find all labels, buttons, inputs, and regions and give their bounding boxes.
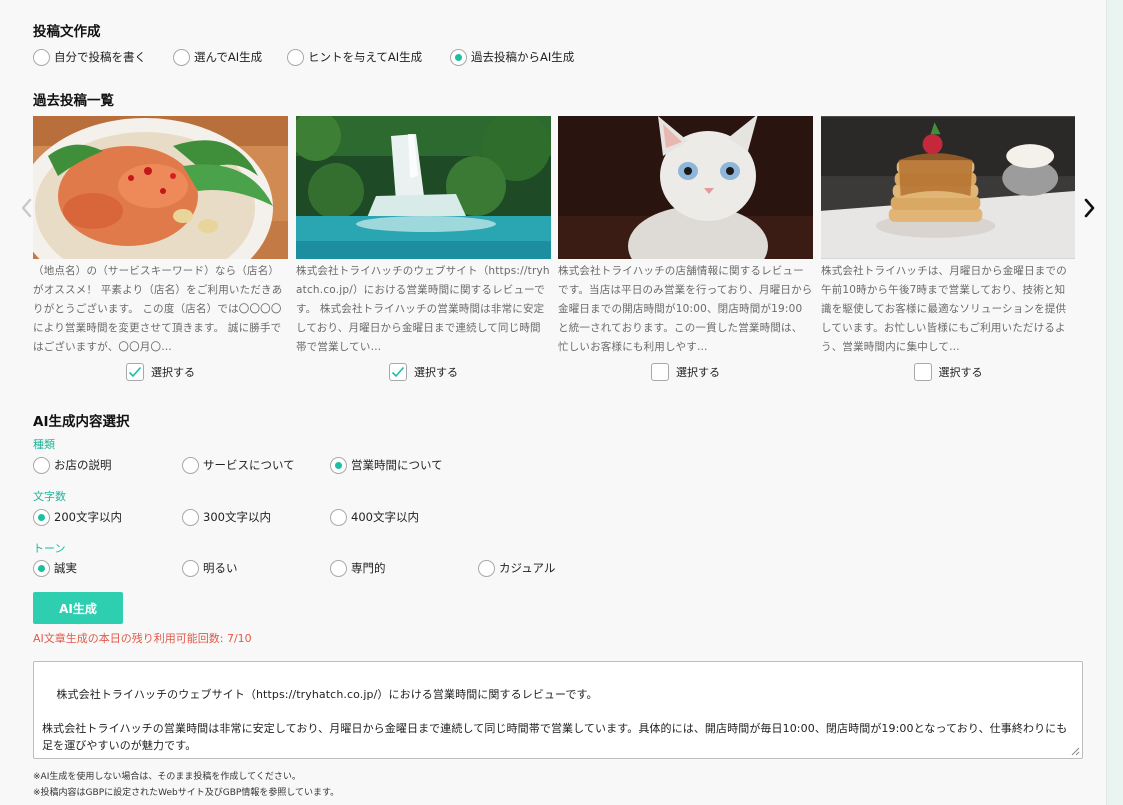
kind-radio-group: お店の説明 サービスについて 営業時間について xyxy=(33,455,513,475)
checkbox[interactable] xyxy=(389,363,407,381)
radio-label: カジュアル xyxy=(499,561,556,575)
select-post-4[interactable]: 選択する xyxy=(821,362,1075,382)
radio-indicator xyxy=(330,508,347,526)
radio-label: 選んでAI生成 xyxy=(194,50,263,64)
mode-radio-select-ai[interactable]: 選んでAI生成 xyxy=(173,47,262,67)
radio-indicator xyxy=(173,48,190,66)
select-label: 選択する xyxy=(414,366,458,379)
radio-label: 営業時間について xyxy=(351,458,443,472)
select-post-2[interactable]: 選択する xyxy=(296,362,551,382)
tone-radio-bright[interactable]: 明るい xyxy=(182,558,238,578)
radio-label: サービスについて xyxy=(203,458,295,472)
post-compose-panel: 投稿文作成 自分で投稿を書く 選んでAI生成 ヒントを与えてAI生成 過去投稿か… xyxy=(0,0,1107,805)
tone-radio-group: 誠実 明るい 専門的 カジュアル xyxy=(33,558,633,578)
length-radio-400[interactable]: 400文字以内 xyxy=(330,507,419,527)
tone-label: トーン xyxy=(33,542,66,555)
post-text-preview: 株式会社トライハッチは、月曜日から金曜日までの午前10時から午後7時まで営業して… xyxy=(821,265,1067,353)
tone-radio-casual[interactable]: カジュアル xyxy=(478,558,555,578)
past-post-card: 株式会社トライハッチは、月曜日から金曜日までの午前10時から午後7時まで営業して… xyxy=(821,116,1075,382)
kitten-photo xyxy=(558,116,813,259)
past-posts-carousel: （地点名）の（サービスキーワード）なら（店名）がオススメ！ 平素より（店名）をご… xyxy=(0,116,1107,382)
past-posts-title: 過去投稿一覧 xyxy=(33,93,114,109)
checkbox[interactable] xyxy=(126,363,144,381)
kind-radio-shop-description[interactable]: お店の説明 xyxy=(33,455,112,475)
mode-radio-write-own[interactable]: 自分で投稿を書く xyxy=(33,47,146,67)
chevron-right-icon[interactable] xyxy=(1080,196,1100,220)
checkmark-icon xyxy=(391,366,405,378)
checkbox[interactable] xyxy=(651,363,669,381)
length-label: 文字数 xyxy=(33,490,66,503)
select-label: 選択する xyxy=(938,366,983,379)
select-label: 選択する xyxy=(676,366,720,379)
radio-label: 過去投稿からAI生成 xyxy=(471,50,575,64)
mode-radio-hint-ai[interactable]: ヒントを与えてAI生成 xyxy=(287,47,422,67)
radio-label: 自分で投稿を書く xyxy=(54,50,146,64)
compose-mode-group: 自分で投稿を書く 選んでAI生成 ヒントを与えてAI生成 過去投稿からAI生成 xyxy=(33,47,633,67)
generated-text-area[interactable]: 株式会社トライハッチのウェブサイト（https://tryhatch.co.jp… xyxy=(33,661,1083,759)
kind-label: 種類 xyxy=(33,438,55,451)
radio-label: 400文字以内 xyxy=(351,510,419,524)
length-radio-300[interactable]: 300文字以内 xyxy=(182,507,271,527)
radio-indicator xyxy=(182,508,199,526)
post-text-preview: 株式会社トライハッチのウェブサイト（https://tryhatch.co.jp… xyxy=(296,265,550,353)
select-post-3[interactable]: 選択する xyxy=(558,362,813,382)
kind-radio-business-hours[interactable]: 営業時間について xyxy=(330,455,443,475)
tone-radio-sincere[interactable]: 誠実 xyxy=(33,558,77,578)
radio-label: 誠実 xyxy=(54,561,77,575)
radio-label: 明るい xyxy=(203,561,238,575)
radio-indicator xyxy=(182,456,199,474)
radio-indicator xyxy=(182,559,199,577)
generated-text: 株式会社トライハッチのウェブサイト（https://tryhatch.co.jp… xyxy=(42,688,1068,752)
length-radio-200[interactable]: 200文字以内 xyxy=(33,507,122,527)
resize-grip-icon[interactable] xyxy=(1071,747,1080,756)
post-text-preview: （地点名）の（サービスキーワード）なら（店名）がオススメ！ 平素より（店名）をご… xyxy=(33,265,283,353)
waterfall-photo xyxy=(296,116,551,259)
radio-indicator xyxy=(33,48,50,66)
radio-label: 専門的 xyxy=(351,561,386,575)
radio-label: お店の説明 xyxy=(54,458,112,472)
radio-indicator xyxy=(478,559,495,577)
past-post-card: 株式会社トライハッチのウェブサイト（https://tryhatch.co.jp… xyxy=(296,116,551,382)
tone-radio-professional[interactable]: 専門的 xyxy=(330,558,386,578)
past-post-card: （地点名）の（サービスキーワード）なら（店名）がオススメ！ 平素より（店名）をご… xyxy=(33,116,288,382)
mode-radio-past-post-ai[interactable]: 過去投稿からAI生成 xyxy=(450,47,574,67)
pancake-photo xyxy=(821,116,1075,259)
ai-generate-button[interactable]: AI生成 xyxy=(33,592,123,624)
radio-indicator xyxy=(33,559,50,577)
checkmark-icon xyxy=(128,366,142,378)
select-post-1[interactable]: 選択する xyxy=(33,362,288,382)
note-no-ai: ※AI生成を使用しない場合は、そのまま投稿を作成してください。 xyxy=(33,772,301,782)
radio-label: ヒントを与えてAI生成 xyxy=(308,50,423,64)
radio-indicator xyxy=(33,456,50,474)
remaining-uses-text: AI文章生成の本日の残り利用可能回数: 7/10 xyxy=(33,632,252,645)
ai-content-title: AI生成内容選択 xyxy=(33,414,130,430)
radio-indicator xyxy=(330,456,347,474)
select-label: 選択する xyxy=(151,366,195,379)
length-radio-group: 200文字以内 300文字以内 400文字以内 xyxy=(33,507,513,527)
radio-label: 200文字以内 xyxy=(54,510,122,524)
radio-indicator xyxy=(330,559,347,577)
noodle-dish-photo xyxy=(33,116,288,259)
compose-section-title: 投稿文作成 xyxy=(33,24,101,40)
checkbox[interactable] xyxy=(913,363,932,381)
radio-indicator xyxy=(287,48,304,66)
radio-indicator xyxy=(450,48,467,66)
note-gbp-reference: ※投稿内容はGBPに設定されたWebサイト及びGBP情報を参照しています。 xyxy=(33,788,340,798)
radio-indicator xyxy=(33,508,50,526)
kind-radio-service[interactable]: サービスについて xyxy=(182,455,295,475)
radio-label: 300文字以内 xyxy=(203,510,271,524)
past-post-card: 株式会社トライハッチの店舗情報に関するレビューです。当店は平日のみ営業を行ってお… xyxy=(558,116,813,382)
post-text-preview: 株式会社トライハッチの店舗情報に関するレビューです。当店は平日のみ営業を行ってお… xyxy=(558,265,813,353)
